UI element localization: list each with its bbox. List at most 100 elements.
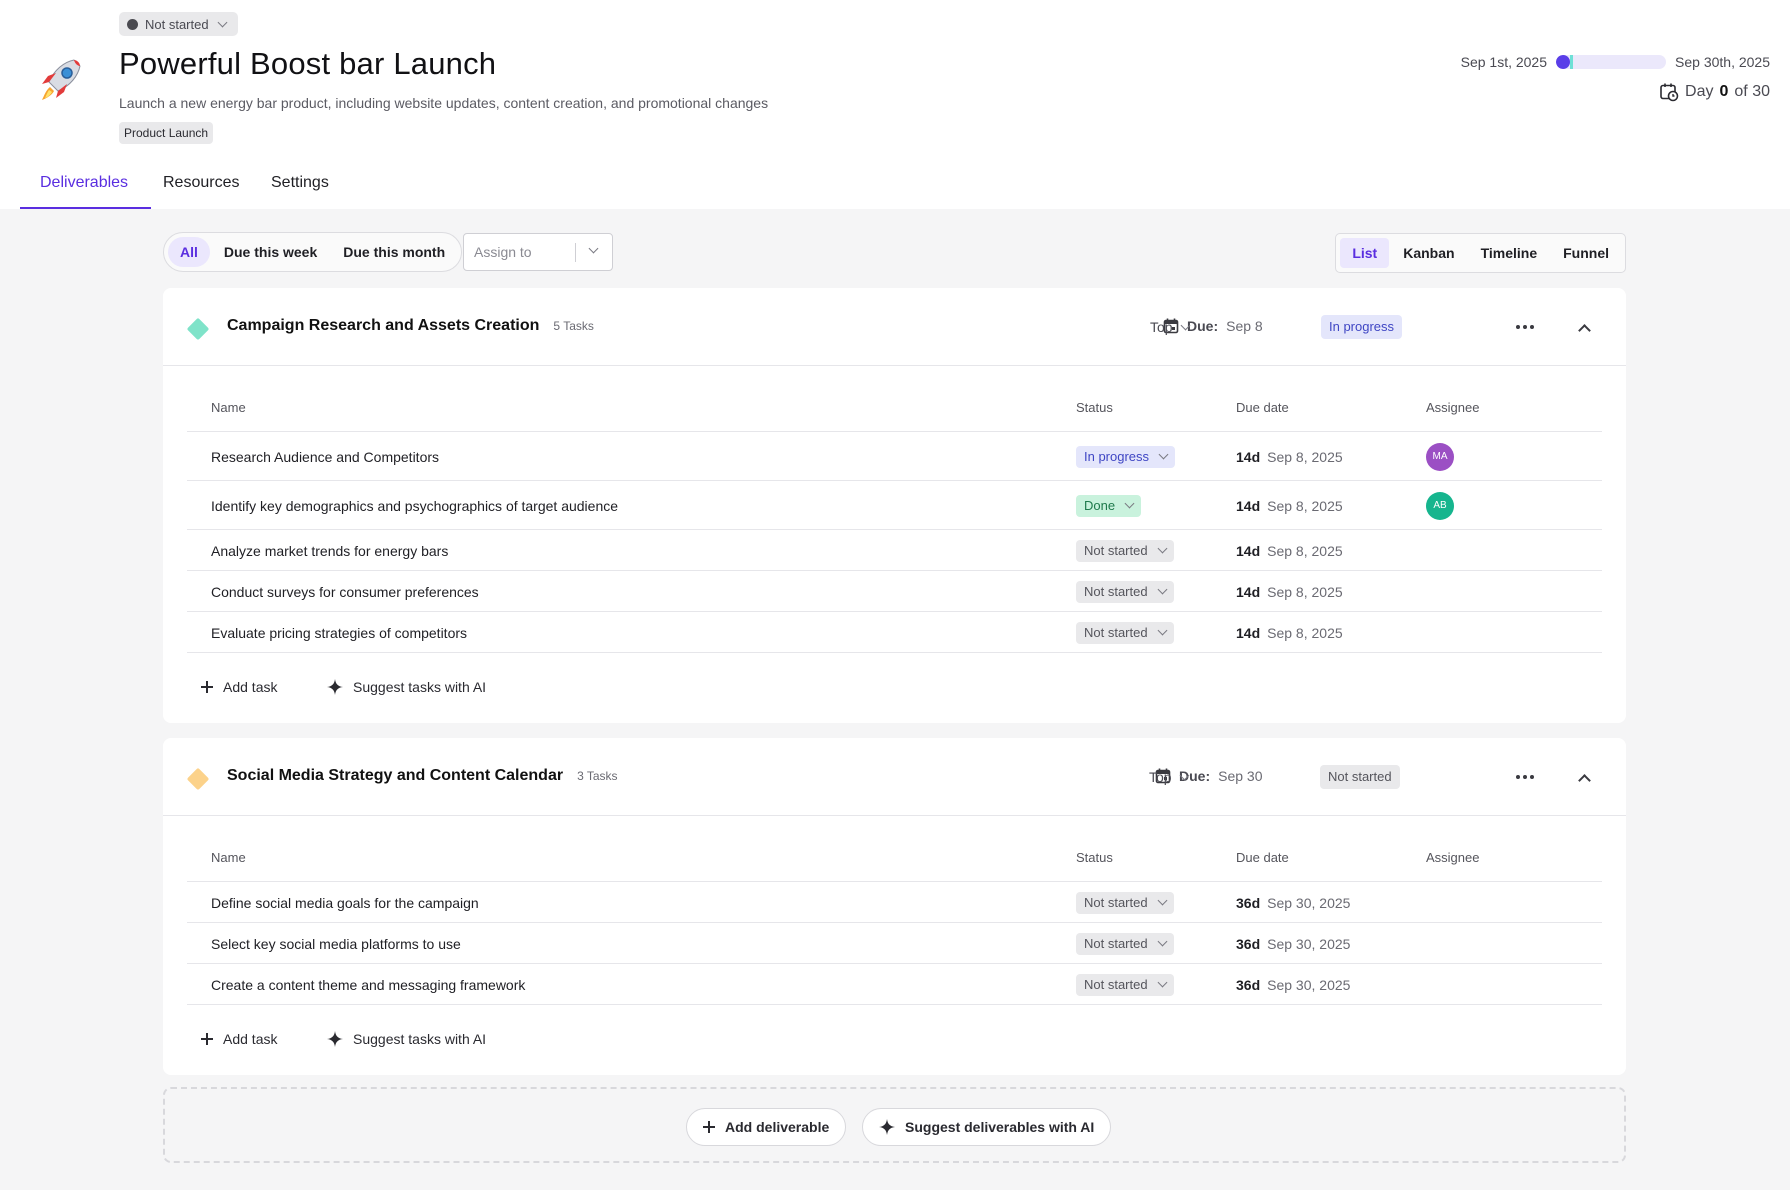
status-dot-icon <box>127 18 138 30</box>
tab-resources[interactable]: Resources <box>163 162 259 209</box>
add-deliverable-button[interactable]: Add deliverable <box>686 1108 847 1146</box>
deliverable-status-badge[interactable]: In progress <box>1321 315 1403 339</box>
due-date-text: Sep 30, 2025 <box>1267 935 1351 952</box>
suggest-tasks-button[interactable]: Suggest tasks with AI <box>327 679 486 695</box>
deliverable-header[interactable]: Campaign Research and Assets Creation 5 T… <box>163 288 1626 366</box>
chevron-down-icon <box>1157 584 1168 595</box>
task-status-dropdown[interactable]: Not started <box>1076 539 1174 562</box>
add-task-button[interactable]: Add task <box>201 679 277 695</box>
column-due-date: Due date <box>1236 400 1289 415</box>
day-prefix: Day <box>1685 83 1714 100</box>
task-count: 5 Tasks <box>553 319 594 333</box>
column-status: Status <box>1076 400 1113 415</box>
column-assignee: Assignee <box>1426 850 1480 865</box>
calendar-clock-icon <box>1660 83 1679 102</box>
chevron-down-icon <box>1158 449 1169 460</box>
priority-dropdown[interactable]: Top <box>1149 769 1190 785</box>
tab-settings[interactable]: Settings <box>271 162 329 209</box>
chevron-down-icon <box>217 17 228 27</box>
more-options-icon[interactable] <box>1516 775 1534 781</box>
table-row[interactable]: Define social media goals for the campai… <box>187 882 1602 923</box>
deliverable-title: Social Media Strategy and Content Calend… <box>227 767 618 785</box>
priority-label: Top <box>1150 319 1173 335</box>
deliverable-title: Campaign Research and Assets Creation 5 T… <box>227 317 594 335</box>
tab-deliverables[interactable]: Deliverables <box>20 162 151 209</box>
task-due-date[interactable]: 14d Sep 8, 2025 <box>1236 584 1343 600</box>
table-row[interactable]: Evaluate pricing strategies of competito… <box>187 612 1602 653</box>
progress-fill <box>1556 55 1571 69</box>
deliverable-title-text: Campaign Research and Assets Creation <box>227 317 540 334</box>
table-row[interactable]: Analyze market trends for energy bars Not… <box>187 530 1602 571</box>
table-row[interactable]: Create a content theme and messaging fra… <box>187 964 1602 1005</box>
task-status-dropdown[interactable]: Not started <box>1076 891 1174 914</box>
view-list[interactable]: List <box>1340 238 1390 268</box>
task-due-date[interactable]: 14d Sep 8, 2025 <box>1236 498 1343 514</box>
add-task-button[interactable]: Add task <box>201 1031 277 1047</box>
view-funnel[interactable]: Funnel <box>1551 238 1621 268</box>
deliverable-title-text: Social Media Strategy and Content Calend… <box>227 767 564 784</box>
days-remaining: 36d <box>1236 976 1261 993</box>
deliverable-color-icon <box>186 767 210 791</box>
task-name: Identify key demographics and psychograp… <box>211 497 619 514</box>
chevron-down-icon <box>1157 543 1168 554</box>
days-remaining: 14d <box>1236 497 1261 514</box>
view-switcher: List Kanban Timeline Funnel <box>1335 233 1626 273</box>
suggest-tasks-button[interactable]: Suggest tasks with AI <box>327 1031 486 1047</box>
due-filter-group: All Due this week Due this month <box>163 232 463 272</box>
task-due-date[interactable]: 14d Sep 8, 2025 <box>1236 625 1343 641</box>
column-status: Status <box>1076 850 1113 865</box>
avatar[interactable]: MA <box>1426 442 1454 471</box>
table-row[interactable]: Conduct surveys for consumer preferences… <box>187 571 1602 612</box>
collapse-chevron-icon[interactable] <box>1578 324 1591 337</box>
view-kanban[interactable]: Kanban <box>1391 238 1466 268</box>
assign-to-select[interactable]: Assign to <box>463 233 613 271</box>
task-status-dropdown[interactable]: Not started <box>1076 932 1174 955</box>
day-current: 0 <box>1719 83 1729 100</box>
task-status-dropdown[interactable]: Done <box>1076 494 1142 517</box>
task-status-dropdown[interactable]: Not started <box>1076 973 1174 996</box>
days-remaining: 14d <box>1236 624 1261 641</box>
task-name: Select key social media platforms to use <box>211 935 461 952</box>
task-name: Evaluate pricing strategies of competito… <box>211 624 468 641</box>
table-header: Name Status Due date Assignee <box>187 816 1602 882</box>
table-row[interactable]: Identify key demographics and psychograp… <box>187 481 1602 530</box>
task-due-date[interactable]: 14d Sep 8, 2025 <box>1236 543 1343 559</box>
task-due-date[interactable]: 36d Sep 30, 2025 <box>1236 895 1350 911</box>
table-row[interactable]: Research Audience and Competitors In prog… <box>187 432 1602 481</box>
task-actions: Add task Suggest tasks with AI <box>163 1005 1626 1075</box>
avatar[interactable]: AB <box>1426 491 1454 520</box>
deliverable-header[interactable]: Social Media Strategy and Content Calend… <box>163 738 1626 816</box>
deliverable-color-icon <box>186 317 210 341</box>
task-status-dropdown[interactable]: In progress <box>1076 445 1176 468</box>
filter-due-this-month[interactable]: Due this month <box>331 237 457 267</box>
due-label: Due: <box>1187 318 1219 334</box>
task-status-dropdown[interactable]: Not started <box>1076 580 1174 603</box>
table-row[interactable]: Select key social media platforms to use… <box>187 923 1602 964</box>
task-status-dropdown[interactable]: Not started <box>1076 621 1174 644</box>
due-date-text: Sep 8, 2025 <box>1267 497 1343 514</box>
project-status-dropdown[interactable]: Not started <box>119 12 238 36</box>
column-name: Name <box>211 400 246 415</box>
suggest-deliverables-button[interactable]: Suggest deliverables with AI <box>862 1108 1112 1146</box>
task-name: Create a content theme and messaging fra… <box>211 976 526 993</box>
more-options-icon[interactable] <box>1516 325 1534 331</box>
task-status-label: Not started <box>1084 624 1148 640</box>
priority-dropdown[interactable]: Top <box>1150 319 1191 335</box>
chevron-down-icon <box>1180 320 1191 330</box>
project-description: Launch a new energy bar product, includi… <box>119 95 769 111</box>
deliverable-card: Social Media Strategy and Content Calend… <box>163 738 1626 1075</box>
task-status-label: Not started <box>1084 976 1148 992</box>
task-status-label: Not started <box>1084 894 1148 910</box>
chevron-down-icon <box>1157 977 1168 988</box>
task-status-label: Not started <box>1084 935 1148 951</box>
filter-all[interactable]: All <box>168 237 210 267</box>
filter-due-this-week[interactable]: Due this week <box>212 237 329 267</box>
collapse-chevron-icon[interactable] <box>1578 774 1591 787</box>
task-due-date[interactable]: 14d Sep 8, 2025 <box>1236 449 1343 465</box>
deliverable-status-badge[interactable]: Not started <box>1320 765 1400 789</box>
due-date-text: Sep 8, 2025 <box>1267 624 1343 641</box>
task-due-date[interactable]: 36d Sep 30, 2025 <box>1236 936 1350 952</box>
task-due-date[interactable]: 36d Sep 30, 2025 <box>1236 977 1350 993</box>
assign-to-placeholder: Assign to <box>474 244 532 260</box>
view-timeline[interactable]: Timeline <box>1469 238 1550 268</box>
